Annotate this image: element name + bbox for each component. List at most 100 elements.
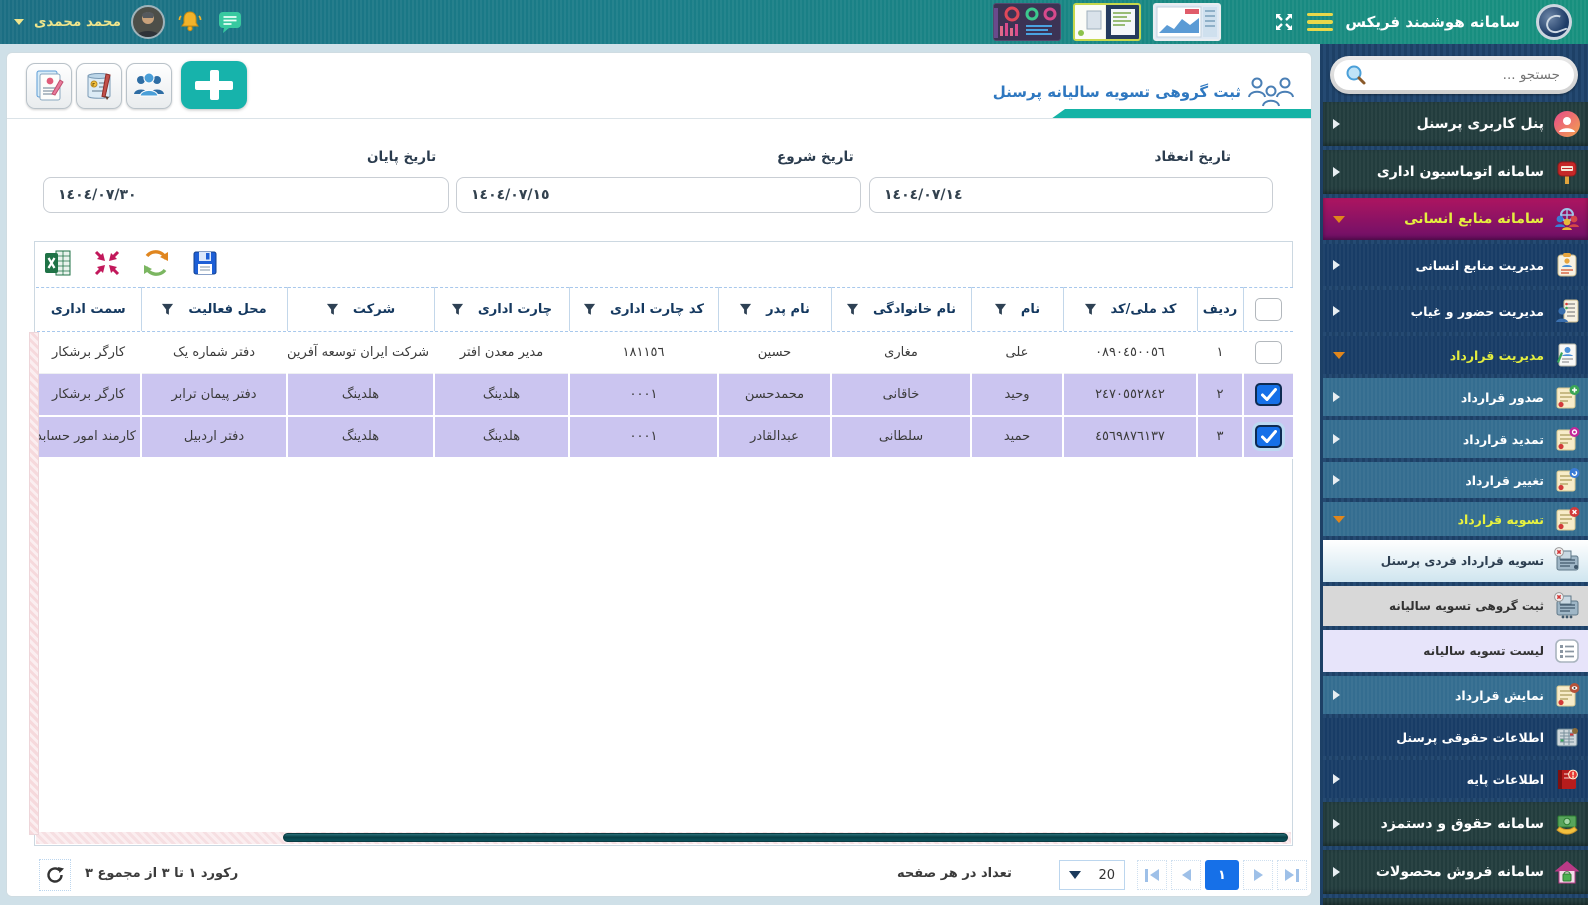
- avatar[interactable]: [131, 5, 165, 39]
- column-header-father-name[interactable]: نام پدر: [718, 288, 831, 332]
- invoice-button[interactable]: [76, 63, 122, 109]
- column-header-row-number[interactable]: ردیف: [1197, 288, 1243, 332]
- row-checkbox[interactable]: [1255, 383, 1282, 406]
- sidebar-item-personnel-legal-info[interactable]: اطلاعات حقوقی پرسنل: [1323, 718, 1588, 756]
- excel-export-icon[interactable]: [40, 247, 76, 279]
- conclusion-date-field[interactable]: ١٤٠٤/٠٧/١٤: [869, 177, 1273, 213]
- filter-icon[interactable]: [1084, 303, 1097, 316]
- workspace-thumbnail-dashboard[interactable]: [993, 3, 1061, 41]
- note-renew-icon: [1552, 424, 1582, 454]
- user-name[interactable]: محمد محمدی: [34, 14, 121, 30]
- app-logo: [1536, 4, 1572, 40]
- filter-icon[interactable]: [451, 303, 464, 316]
- messages-chat-icon[interactable]: [215, 7, 245, 37]
- sidebar-item-annual-settlement-list[interactable]: لیست تسویه سالیانه: [1323, 630, 1588, 672]
- sidebar-item-payroll-system[interactable]: سامانه حقوق و دستمزد: [1323, 802, 1588, 846]
- settle-machine-icon: [1552, 591, 1582, 621]
- fullscreen-icon[interactable]: [1273, 11, 1295, 33]
- per-page-select[interactable]: 20: [1059, 860, 1125, 890]
- column-header-company[interactable]: شرکت: [287, 288, 434, 332]
- horizontal-scrollbar-thumb[interactable]: [283, 833, 1288, 842]
- filter-icon[interactable]: [583, 303, 596, 316]
- filter-icon[interactable]: [846, 303, 859, 316]
- current-page-button[interactable]: ١: [1205, 860, 1239, 890]
- column-header-last-name[interactable]: نام خانوادگی: [831, 288, 971, 332]
- sidebar-item-contract-view[interactable]: نمایش قرارداد: [1323, 676, 1588, 714]
- filter-icon[interactable]: [739, 303, 752, 316]
- end-date-field[interactable]: ١٤٠٤/٠٧/٣٠: [43, 177, 449, 213]
- workspace-thumbnails: [993, 3, 1221, 41]
- filter-icon[interactable]: [994, 303, 1007, 316]
- column-header-first-name[interactable]: نام: [971, 288, 1063, 332]
- user-menu-caret-icon[interactable]: [14, 19, 24, 25]
- start-date-label: تاریخ شروع: [777, 149, 854, 165]
- sidebar-item-contract-change[interactable]: تغییر قرارداد: [1323, 462, 1588, 498]
- sidebar-item-office-automation[interactable]: سامانه اتوماسیون اداری: [1323, 150, 1588, 194]
- sidebar-item-individual-settlement[interactable]: تسویه قرارداد فردی پرسنل: [1323, 540, 1588, 582]
- table-row[interactable]: ٣٤٥٦٩٨٧٦١٣٧حمیدسلطانیعبدالقادر٠٠٠١هلدینگ…: [36, 416, 1293, 458]
- avatar-photo: [133, 7, 163, 37]
- add-button[interactable]: [181, 61, 247, 109]
- refresh-records-button[interactable]: [39, 859, 71, 891]
- people-group-button[interactable]: [126, 63, 172, 109]
- record-range-info: رکورد ١ تا ٣ از مجموع ٣: [85, 866, 238, 881]
- table-row[interactable]: ١٠٨٩٠٤٥٠٠٥٦علیمغاریحسین١٨١١٥٦مدیر معدن ا…: [36, 332, 1293, 374]
- chevron-left-icon: [1333, 167, 1340, 177]
- save-icon[interactable]: [187, 247, 223, 279]
- collapse-icon[interactable]: [89, 247, 125, 279]
- sidebar-item-contract-renewal[interactable]: تمدید قرارداد: [1323, 420, 1588, 458]
- vertical-scrollbar[interactable]: [29, 332, 39, 835]
- refresh-icon[interactable]: [138, 247, 174, 279]
- people-group-icon: [131, 68, 167, 104]
- sidebar-navigation: پنل کاربری پرسنل سامانه اتوماسیون اداری …: [1320, 44, 1588, 905]
- filter-icon[interactable]: [161, 303, 174, 316]
- column-header-position[interactable]: سمت اداری: [36, 288, 141, 332]
- application-window: محمد محمدی: [0, 0, 1588, 905]
- sidebar-item-contract-settlement[interactable]: تسویه قرارداد: [1323, 502, 1588, 536]
- menu-hamburger-icon[interactable]: [1307, 13, 1333, 32]
- contract-report-icon: [31, 68, 67, 104]
- sidebar-item-attendance-management[interactable]: مدیریت حضور و غیاب: [1323, 290, 1588, 332]
- horizontal-scrollbar[interactable]: [36, 832, 1291, 844]
- sidebar-item-hr-system[interactable]: سامانه منابع انسانی: [1323, 198, 1588, 240]
- sidebar-item-personnel-panel[interactable]: پنل کاربری پرسنل: [1323, 102, 1588, 146]
- sidebar-item-group-annual-settlement[interactable]: ثبت گروهی تسویه سالیانه: [1323, 586, 1588, 626]
- conclusion-date-value: ١٤٠٤/٠٧/١٤: [884, 187, 963, 203]
- workspace-thumbnail-current[interactable]: [1073, 3, 1141, 41]
- hr-people-icon: [1552, 204, 1582, 234]
- end-date-value: ١٤٠٤/٠٧/٣٠: [58, 187, 137, 203]
- settlement-table: ردیف کد ملی/کد نام نام خانوادگی نام پدر …: [35, 287, 1293, 459]
- notifications-bell-icon[interactable]: [175, 7, 205, 37]
- mailbox-icon: [1552, 157, 1582, 187]
- column-header-chart-code[interactable]: کد چارت اداری: [569, 288, 718, 332]
- contract-person-icon: [1552, 340, 1582, 370]
- column-header-work-location[interactable]: محل فعالیت: [141, 288, 287, 332]
- contract-report-button[interactable]: [26, 63, 72, 109]
- column-header-chart[interactable]: چارت اداری: [434, 288, 569, 332]
- start-date-field[interactable]: ١٤٠٤/٠٧/١٥: [456, 177, 861, 213]
- page-title: ثبت گروهی تسویه سالیانه پرسنل: [993, 83, 1241, 101]
- column-header-national-id[interactable]: کد ملی/کد: [1063, 288, 1197, 332]
- row-checkbox[interactable]: [1255, 425, 1282, 448]
- select-all-checkbox[interactable]: [1255, 298, 1282, 321]
- sidebar-item-hr-management[interactable]: مدیریت منابع انسانی: [1323, 244, 1588, 286]
- attendance-icon: [1552, 296, 1582, 326]
- sidebar-item-base-info[interactable]: اطلاعات پایه: [1323, 760, 1588, 798]
- filter-icon[interactable]: [326, 303, 339, 316]
- sidebar-item-contract-management[interactable]: مدیریت قرارداد: [1323, 336, 1588, 374]
- row-checkbox[interactable]: [1255, 341, 1282, 364]
- workspace-thumbnail-report[interactable]: [1153, 3, 1221, 41]
- next-page-button[interactable]: [1243, 860, 1273, 890]
- chevron-left-icon: [1333, 819, 1340, 829]
- last-page-button[interactable]: [1277, 860, 1307, 890]
- search-input[interactable]: [1368, 60, 1574, 90]
- previous-page-button[interactable]: [1171, 860, 1201, 890]
- table-row[interactable]: ٢٢٤٧٠٥٥٢٨٤٢وحیدخاقانیمحمدحسن٠٠٠١هلدینگهل…: [36, 374, 1293, 416]
- sidebar-item-sales-system[interactable]: سامانه فروش محصولات: [1323, 850, 1588, 894]
- clipboard-person-icon: [1552, 250, 1582, 280]
- sidebar-item-contract-issue[interactable]: صدور قرارداد: [1323, 378, 1588, 416]
- first-page-button[interactable]: [1137, 860, 1167, 890]
- invoice-icon: [81, 68, 117, 104]
- start-date-value: ١٤٠٤/٠٧/١٥: [471, 187, 550, 203]
- end-date-label: تاریخ پایان: [367, 149, 436, 165]
